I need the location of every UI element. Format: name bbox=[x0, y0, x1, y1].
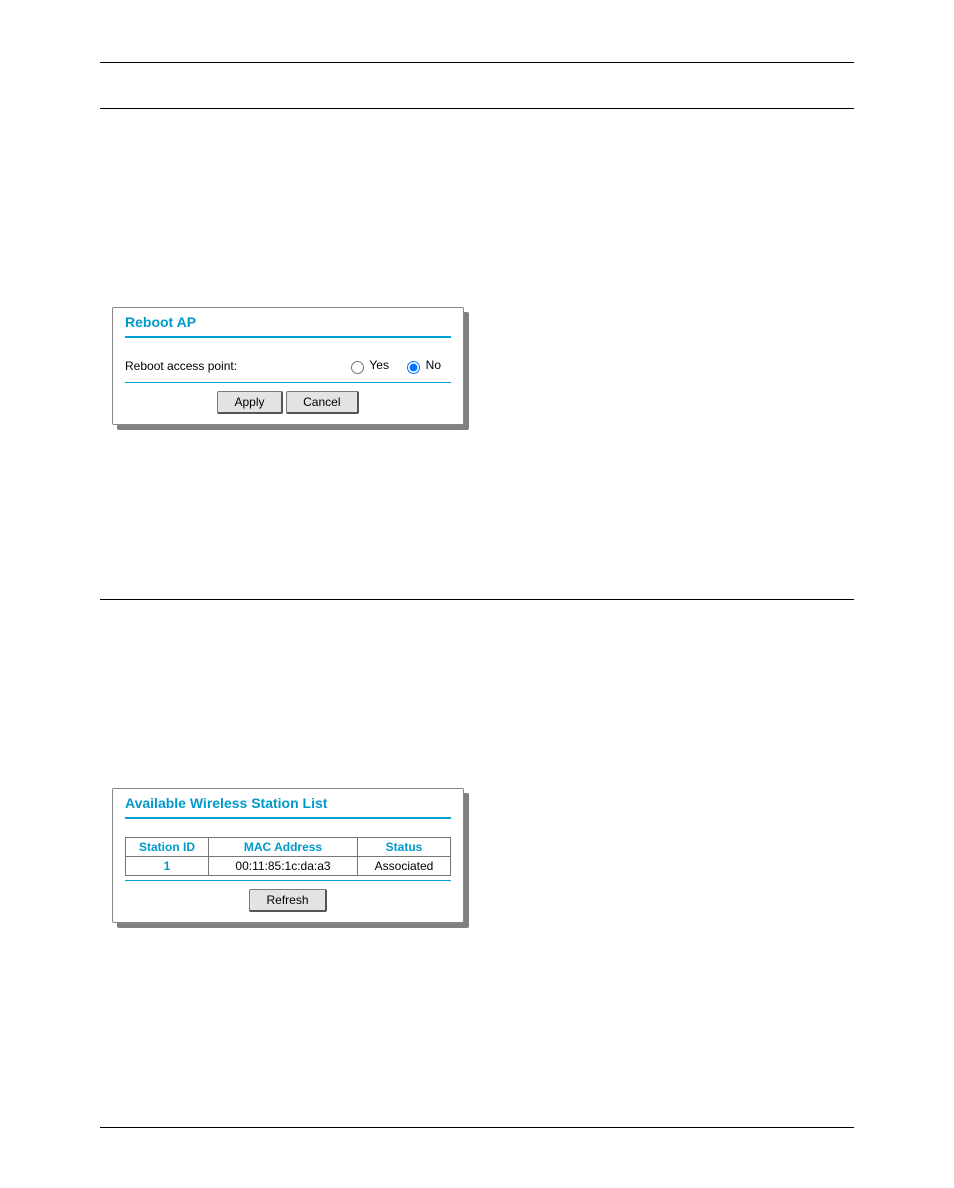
station-header-id: Station ID bbox=[126, 838, 209, 857]
station-cell-id: 1 bbox=[126, 857, 209, 876]
station-table-header-row: Station ID MAC Address Status bbox=[126, 838, 451, 857]
reboot-no-option[interactable]: No bbox=[402, 358, 441, 372]
station-table-body: 1 00:11:85:1c:da:a3 Associated bbox=[126, 857, 451, 876]
station-panel-title: Available Wireless Station List bbox=[125, 795, 451, 811]
station-panel: Available Wireless Station List Station … bbox=[112, 788, 464, 923]
reboot-row-label: Reboot access point: bbox=[125, 359, 346, 373]
table-row: 1 00:11:85:1c:da:a3 Associated bbox=[126, 857, 451, 876]
reboot-yes-label: Yes bbox=[369, 358, 389, 372]
station-header-mac: MAC Address bbox=[209, 838, 358, 857]
bottom-rule bbox=[100, 1127, 854, 1128]
cancel-button[interactable]: Cancel bbox=[286, 391, 358, 414]
reboot-no-label: No bbox=[426, 358, 441, 372]
station-header-status: Status bbox=[358, 838, 451, 857]
reboot-yes-radio[interactable] bbox=[351, 361, 364, 374]
top-rule-1 bbox=[100, 62, 854, 63]
reboot-panel: Reboot AP Reboot access point: Yes No bbox=[112, 307, 464, 425]
apply-button[interactable]: Apply bbox=[217, 391, 282, 414]
station-table: Station ID MAC Address Status 1 00:11:85… bbox=[125, 837, 451, 876]
refresh-button[interactable]: Refresh bbox=[249, 889, 326, 912]
mid-rule bbox=[100, 599, 854, 600]
reboot-no-radio[interactable] bbox=[407, 361, 420, 374]
reboot-panel-title: Reboot AP bbox=[125, 314, 451, 330]
top-rule-2 bbox=[100, 108, 854, 109]
station-cell-status: Associated bbox=[358, 857, 451, 876]
reboot-yes-option[interactable]: Yes bbox=[346, 358, 392, 372]
station-cell-mac: 00:11:85:1c:da:a3 bbox=[209, 857, 358, 876]
